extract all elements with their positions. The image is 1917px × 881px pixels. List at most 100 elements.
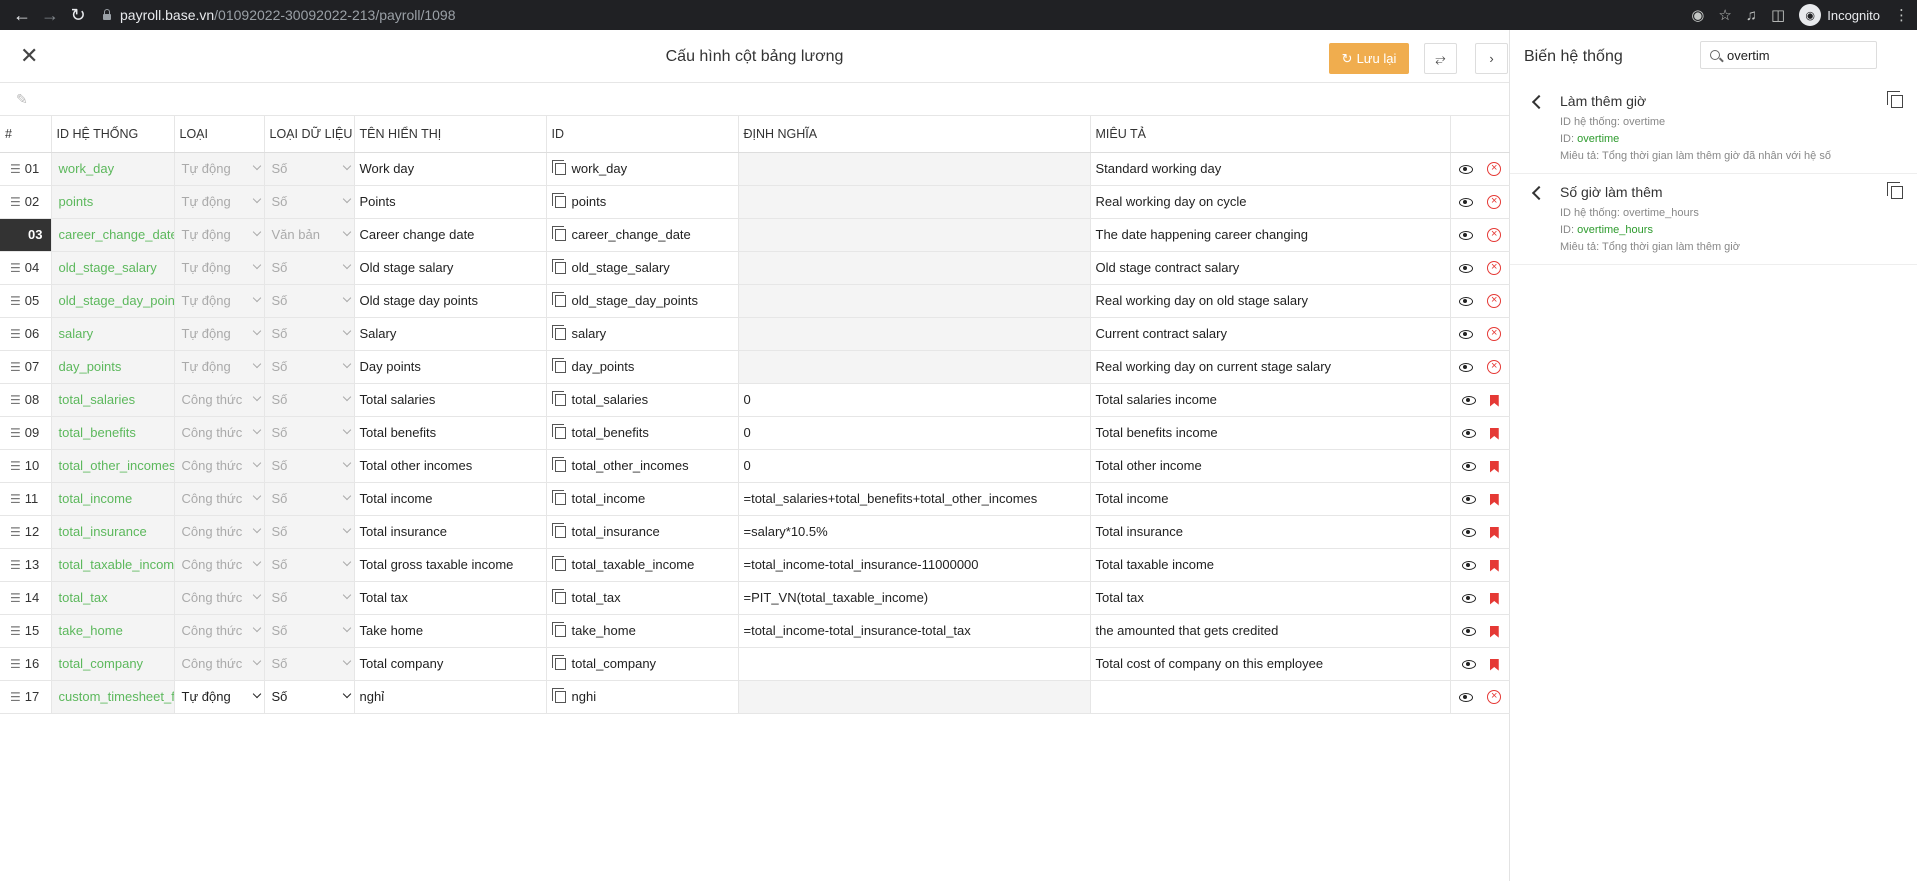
display-name-input[interactable]: Total company — [354, 647, 547, 681]
remove-icon[interactable]: × — [1487, 360, 1502, 375]
data-type-select[interactable]: Số — [264, 251, 355, 285]
table-row[interactable]: ☰ 10 total_other_incomes Công thức Số Total o… — [0, 449, 1510, 483]
copy-icon[interactable] — [551, 391, 566, 406]
table-row[interactable]: ☰ 15 take_home Công thức Số Take home take_hom… — [0, 614, 1510, 648]
eye-icon[interactable] — [1459, 164, 1474, 174]
data-type-select[interactable]: Số — [264, 152, 355, 186]
type-select[interactable]: Tự động — [174, 185, 265, 219]
data-type-select[interactable]: Số — [264, 680, 355, 714]
bookmark-icon[interactable] — [1489, 559, 1499, 572]
id-cell[interactable]: total_company — [546, 647, 739, 681]
drag-handle-icon[interactable]: ☰ — [10, 525, 21, 539]
table-row[interactable]: ☰ 16 total_company Công thức Số Total company… — [0, 647, 1510, 681]
description-input[interactable]: The date happening career changing — [1090, 218, 1451, 252]
copy-icon[interactable] — [551, 325, 566, 340]
variable-result-item[interactable]: Làm thêm giờ ID hệ thống: overtime ID: ove… — [1510, 83, 1917, 174]
data-type-select[interactable]: Số — [264, 515, 355, 549]
star-icon[interactable]: ☆ — [1718, 6, 1731, 24]
drag-handle-icon[interactable]: ☰ — [10, 162, 21, 176]
copy-icon[interactable] — [551, 292, 566, 307]
drag-handle-icon[interactable]: ☰ — [10, 591, 21, 605]
copy-icon[interactable] — [551, 523, 566, 538]
copy-icon[interactable] — [551, 457, 566, 472]
id-cell[interactable]: total_insurance — [546, 515, 739, 549]
row-number-cell[interactable]: ☰ 15 — [0, 614, 52, 648]
type-select[interactable]: Tự động — [174, 251, 265, 285]
id-cell[interactable]: total_taxable_income — [546, 548, 739, 582]
description-input[interactable]: Total salaries income — [1090, 383, 1451, 417]
row-number-cell[interactable]: ☰ 11 — [0, 482, 52, 516]
display-name-input[interactable]: Career change date — [354, 218, 547, 252]
type-select[interactable]: Công thức — [174, 482, 265, 516]
data-type-select[interactable]: Số — [264, 350, 355, 384]
definition-input[interactable]: 0 — [738, 416, 1091, 450]
drag-handle-icon[interactable]: ☰ — [10, 426, 21, 440]
definition-input[interactable]: 0 — [738, 449, 1091, 483]
eye-icon[interactable] — [1461, 396, 1476, 406]
forward-icon[interactable]: → — [36, 1, 64, 29]
display-name-input[interactable]: Total other incomes — [354, 449, 547, 483]
description-input[interactable]: Total insurance — [1090, 515, 1451, 549]
row-number-cell[interactable]: ☰ 10 — [0, 449, 52, 483]
row-number-cell[interactable]: ☰ 07 — [0, 350, 52, 384]
id-cell[interactable]: old_stage_day_points — [546, 284, 739, 318]
bookmark-icon[interactable] — [1489, 427, 1499, 440]
table-row[interactable]: ☰ 01 work_day Tự động Số Work day work_day Stan… — [0, 152, 1510, 186]
remove-icon[interactable]: × — [1487, 327, 1502, 342]
row-number-cell[interactable]: ☰ 04 — [0, 251, 52, 285]
type-select[interactable]: Tự động — [174, 218, 265, 252]
table-row[interactable]: ☰ 04 old_stage_salary Tự động Số Old stage sa… — [0, 251, 1510, 285]
data-type-select[interactable]: Số — [264, 548, 355, 582]
display-name-input[interactable]: Old stage day points — [354, 284, 547, 318]
eye-icon[interactable] — [1459, 329, 1474, 339]
description-input[interactable]: the amounted that gets credited — [1090, 614, 1451, 648]
table-row[interactable]: ☰03career_change_date_ Tự động Văn bản Care… — [0, 218, 1510, 252]
description-input[interactable]: Real working day on cycle — [1090, 185, 1451, 219]
eye-icon[interactable] — [1459, 230, 1474, 240]
fullscreen-button[interactable]: ⥂ — [1424, 43, 1457, 74]
type-select[interactable]: Tự động — [174, 317, 265, 351]
definition-input[interactable]: =total_income-total_insurance-total_tax — [738, 614, 1091, 648]
drag-handle-icon[interactable]: ☰ — [10, 294, 21, 308]
drag-handle-icon[interactable]: ☰ — [10, 327, 21, 341]
copy-icon[interactable] — [551, 556, 566, 571]
row-number-cell[interactable]: ☰ 12 — [0, 515, 52, 549]
description-input[interactable]: Current contract salary — [1090, 317, 1451, 351]
table-row[interactable]: ☰ 07 day_points Tự động Số Day points day_poin… — [0, 350, 1510, 384]
chevron-left-icon[interactable] — [1531, 94, 1547, 110]
id-cell[interactable]: work_day — [546, 152, 739, 186]
address-bar[interactable]: payroll.base.vn/01092022-30092022-213/pa… — [102, 7, 456, 23]
id-cell[interactable]: total_salaries — [546, 383, 739, 417]
bookmark-icon[interactable] — [1489, 493, 1499, 506]
id-cell[interactable]: points — [546, 185, 739, 219]
display-name-input[interactable]: Total salaries — [354, 383, 547, 417]
bookmark-icon[interactable] — [1489, 394, 1499, 407]
row-number-cell[interactable]: ☰ 06 — [0, 317, 52, 351]
copy-icon[interactable] — [551, 160, 566, 175]
eye-icon[interactable] — [1461, 429, 1476, 439]
eye-icon[interactable] — [1461, 660, 1476, 670]
description-input[interactable]: Total taxable income — [1090, 548, 1451, 582]
remove-icon[interactable]: × — [1487, 162, 1502, 177]
data-type-select[interactable]: Số — [264, 614, 355, 648]
variable-search-input[interactable]: overtim — [1700, 41, 1877, 69]
type-select[interactable]: Tự động — [174, 152, 265, 186]
copy-icon[interactable] — [551, 226, 566, 241]
drag-handle-icon[interactable]: ☰ — [10, 690, 21, 704]
row-number-cell[interactable]: ☰ 02 — [0, 185, 52, 219]
type-select[interactable]: Tự động — [174, 680, 265, 714]
description-input[interactable]: Total tax — [1090, 581, 1451, 615]
remove-icon[interactable]: × — [1487, 228, 1502, 243]
data-type-select[interactable]: Số — [264, 317, 355, 351]
next-button[interactable]: › — [1475, 43, 1508, 74]
bookmark-icon[interactable] — [1489, 625, 1499, 638]
display-name-input[interactable]: Old stage salary — [354, 251, 547, 285]
description-input[interactable]: Total cost of company on this employee — [1090, 647, 1451, 681]
type-select[interactable]: Công thức — [174, 647, 265, 681]
type-select[interactable]: Tự động — [174, 350, 265, 384]
drag-handle-icon[interactable]: ☰ — [10, 195, 21, 209]
copy-icon[interactable] — [551, 490, 566, 505]
data-type-select[interactable]: Số — [264, 581, 355, 615]
definition-input[interactable]: 0 — [738, 383, 1091, 417]
eye-icon[interactable] — [1459, 296, 1474, 306]
